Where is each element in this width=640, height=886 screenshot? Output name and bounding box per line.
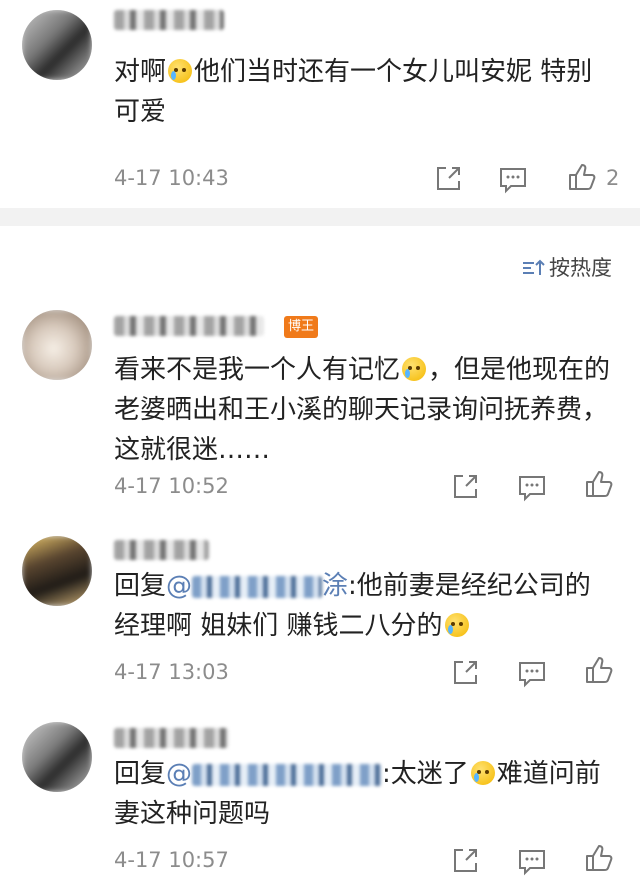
user-badge: 博王	[284, 316, 319, 338]
comment-icon[interactable]	[498, 164, 528, 194]
comment-time: 4-17 10:57	[114, 848, 229, 872]
crying-emoji-icon	[168, 59, 193, 83]
mention-username-blurred	[192, 575, 323, 598]
crying-emoji-icon	[444, 613, 469, 637]
mention-link[interactable]: @	[166, 759, 383, 789]
comment-time: 4-17 13:03	[114, 660, 229, 684]
comment-icon[interactable]	[517, 658, 547, 688]
sort-icon	[523, 259, 545, 275]
username-blurred[interactable]	[114, 540, 209, 560]
avatar[interactable]	[22, 536, 92, 606]
thumbs-up-icon[interactable]	[584, 469, 614, 499]
comment-text: 对啊 他们当时还有一个女儿叫安妮 特别可爱	[114, 57, 593, 127]
crying-emoji-icon	[402, 357, 427, 381]
comment-icon[interactable]	[517, 472, 547, 502]
thumbs-up-icon[interactable]	[567, 162, 597, 192]
section-divider	[0, 208, 640, 226]
comment-text: 看来不是我一个人有记忆 ，但是他现在的老婆晒出和王小溪的聊天记录询问抚养费，这就很…	[114, 355, 611, 465]
avatar[interactable]	[22, 310, 92, 380]
username-blurred[interactable]	[114, 10, 224, 30]
mention-username-blurred	[192, 763, 383, 786]
thumbs-up-icon[interactable]	[584, 655, 614, 685]
comment-time: 4-17 10:52	[114, 474, 229, 498]
like-count: 2	[606, 166, 620, 190]
share-icon[interactable]	[450, 846, 480, 876]
username-blurred[interactable]	[114, 728, 229, 748]
share-icon[interactable]	[450, 472, 480, 502]
thumbs-up-icon[interactable]	[584, 843, 614, 873]
crying-emoji-icon	[470, 761, 495, 785]
sort-button[interactable]: 按热度	[521, 252, 612, 282]
username-blurred[interactable]	[114, 316, 264, 336]
comment-icon[interactable]	[517, 846, 547, 876]
share-icon[interactable]	[450, 658, 480, 688]
share-icon[interactable]	[433, 164, 463, 194]
mention-link[interactable]: @ 涂	[166, 571, 348, 601]
comment-text: 回复@:太迷了 难道问前妻这种问题吗	[114, 759, 601, 829]
comment-text: 回复@ 涂:他前妻是经纪公司的经理啊 姐妹们 赚钱二八分的	[114, 571, 591, 641]
avatar[interactable]	[22, 722, 92, 792]
avatar[interactable]	[22, 10, 92, 80]
comment-time: 4-17 10:43	[114, 166, 229, 190]
sort-label: 按热度	[549, 256, 612, 280]
